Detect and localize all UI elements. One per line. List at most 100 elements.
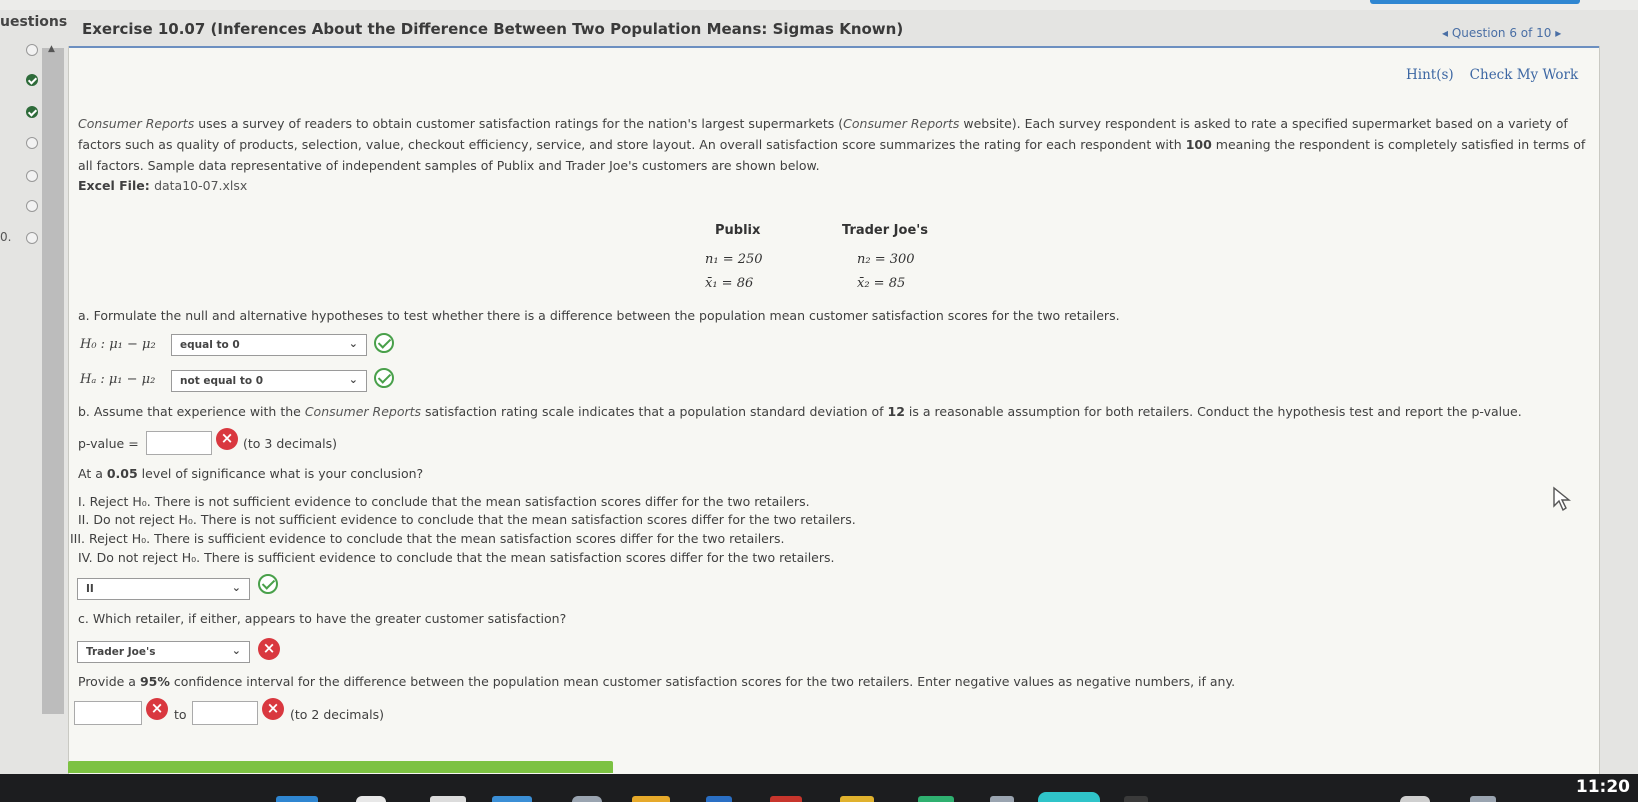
retailer-selected-value: Trader Joe's <box>86 646 156 658</box>
top-strip <box>0 0 1638 10</box>
ci-question: Provide a 95% confidence interval for th… <box>78 674 1235 689</box>
trader-joes-n: n₂ = 300 <box>857 252 915 267</box>
pvalue-label: p-value = <box>78 436 139 451</box>
question-text: confidence interval for the difference b… <box>169 674 1236 689</box>
sigma-value: 12 <box>887 404 905 419</box>
taskbar: 11:20 <box>0 774 1638 802</box>
question-text: b. Assume that experience with the <box>78 404 305 419</box>
taskbar-app-icon[interactable] <box>1124 796 1148 802</box>
correct-check-icon <box>374 368 394 388</box>
panel-top-line <box>69 46 1599 48</box>
chevron-down-icon: ⌄ <box>231 644 241 657</box>
correct-check-icon <box>258 574 278 594</box>
statement-text: uses a survey of readers to obtain custo… <box>194 116 844 131</box>
question-status-icon[interactable] <box>26 200 38 212</box>
ci-upper-input[interactable] <box>192 701 258 725</box>
question-status-icon[interactable] <box>26 170 38 182</box>
h0-label: H₀ : μ₁ − μ₂ <box>80 337 156 352</box>
conclusion-option: II. Do not reject H₀. There is not suffi… <box>78 512 856 527</box>
chevron-down-icon: ⌄ <box>348 337 358 350</box>
question-text: Provide a <box>78 674 140 689</box>
taskbar-clock[interactable]: 11:20 <box>1576 777 1630 797</box>
check-my-work-link[interactable]: Check My Work <box>1470 67 1579 83</box>
trader-joes-header: Trader Joe's <box>842 223 928 238</box>
questions-header: uestions <box>0 14 68 30</box>
question-number: 0. <box>0 230 12 244</box>
question-status-icon[interactable] <box>26 137 38 149</box>
source-name: Consumer Reports <box>78 116 195 131</box>
taskbar-app-icon[interactable] <box>492 796 532 802</box>
correct-check-icon <box>374 333 394 353</box>
taskbar-app-icon[interactable] <box>632 796 670 802</box>
question-navigator[interactable]: ◂ Question 6 of 10 ▸ <box>1442 26 1561 40</box>
part-c-question: c. Which retailer, if either, appears to… <box>78 611 567 626</box>
taskbar-app-icon[interactable] <box>840 796 874 802</box>
taskbar-app-icon[interactable] <box>1470 796 1496 802</box>
taskbar-app-icon[interactable] <box>356 796 386 802</box>
conclusion-option: III. Reject H₀. There is sufficient evid… <box>70 531 785 546</box>
h0-selected-value: equal to 0 <box>180 339 240 351</box>
top-accent-bar <box>1370 0 1580 4</box>
h0-select[interactable]: equal to 0 ⌄ <box>171 334 367 356</box>
question-status-icon[interactable] <box>26 44 38 56</box>
progress-bar <box>68 761 613 773</box>
question-text: is a reasonable assumption for both reta… <box>904 404 1522 419</box>
incorrect-x-icon: × <box>146 698 168 720</box>
ha-label: Hₐ : μ₁ − μ₂ <box>80 372 156 387</box>
part-b-question: b. Assume that experience with the Consu… <box>78 404 1522 419</box>
retailer-select[interactable]: Trader Joe's ⌄ <box>77 641 250 663</box>
help-links: Hint(s) Check My Work <box>1390 67 1578 83</box>
significance-question: At a 0.05 level of significance what is … <box>78 466 423 481</box>
problem-statement: Consumer Reports uses a survey of reader… <box>78 113 1586 176</box>
taskbar-app-icon[interactable] <box>1400 796 1430 802</box>
publix-header: Publix <box>715 223 761 238</box>
part-a-question: a. Formulate the null and alternative hy… <box>78 308 1120 323</box>
question-status-icon[interactable] <box>26 232 38 244</box>
incorrect-x-icon: × <box>262 698 284 720</box>
ci-lower-input[interactable] <box>74 701 142 725</box>
taskbar-app-icon[interactable] <box>706 796 732 802</box>
incorrect-x-icon: × <box>258 638 280 660</box>
pvalue-hint: (to 3 decimals) <box>243 436 337 451</box>
conclusion-option: I. Reject H₀. There is not sufficient ev… <box>78 494 810 509</box>
question-text: level of significance what is your concl… <box>137 466 424 481</box>
taskbar-app-icon[interactable] <box>990 796 1014 802</box>
chevron-down-icon: ⌄ <box>348 373 358 386</box>
hints-link[interactable]: Hint(s) <box>1406 67 1454 83</box>
sidebar-scrollbar[interactable] <box>42 48 64 714</box>
question-complete-icon[interactable] <box>26 74 38 86</box>
question-text: At a <box>78 466 107 481</box>
question-text: satisfaction rating scale indicates that… <box>421 404 888 419</box>
pvalue-input[interactable] <box>146 431 212 455</box>
publix-mean: x̄₁ = 86 <box>705 276 754 291</box>
scroll-up-icon[interactable]: ▲ <box>48 44 55 54</box>
trader-joes-mean: x̄₂ = 85 <box>857 276 906 291</box>
ha-select[interactable]: not equal to 0 ⌄ <box>171 370 367 392</box>
conclusion-option: IV. Do not reject H₀. There is sufficien… <box>78 550 835 565</box>
chevron-down-icon: ⌄ <box>231 581 241 594</box>
taskbar-app-icon[interactable] <box>770 796 802 802</box>
question-complete-icon[interactable] <box>26 106 38 118</box>
excel-file: Excel File: data10-07.xlsx <box>78 178 247 193</box>
source-name: Consumer Reports <box>304 404 422 419</box>
confidence-level: 95% <box>139 674 170 689</box>
taskbar-app-icon[interactable] <box>918 796 954 802</box>
ha-selected-value: not equal to 0 <box>180 375 264 387</box>
taskbar-app-icon[interactable] <box>430 796 466 802</box>
excel-file-link[interactable]: data10-07.xlsx <box>154 178 247 193</box>
question-sidebar: ▲ 0. <box>0 34 68 774</box>
taskbar-app-icon[interactable] <box>572 796 602 802</box>
taskbar-app-icon[interactable] <box>276 796 318 802</box>
incorrect-x-icon: × <box>216 428 238 450</box>
source-name: Consumer Reports <box>843 116 960 131</box>
score-value: 100 <box>1185 137 1212 152</box>
conclusion-select[interactable]: II ⌄ <box>77 578 250 600</box>
excel-label: Excel File: <box>78 178 155 193</box>
taskbar-active-app-icon[interactable] <box>1038 792 1100 802</box>
exercise-title: Exercise 10.07 (Inferences About the Dif… <box>82 20 904 38</box>
alpha-value: 0.05 <box>106 466 138 481</box>
publix-n: n₁ = 250 <box>705 252 763 267</box>
mouse-cursor-icon <box>1553 486 1571 512</box>
conclusion-selected-value: II <box>86 583 94 595</box>
ci-to-label: to <box>174 707 187 722</box>
